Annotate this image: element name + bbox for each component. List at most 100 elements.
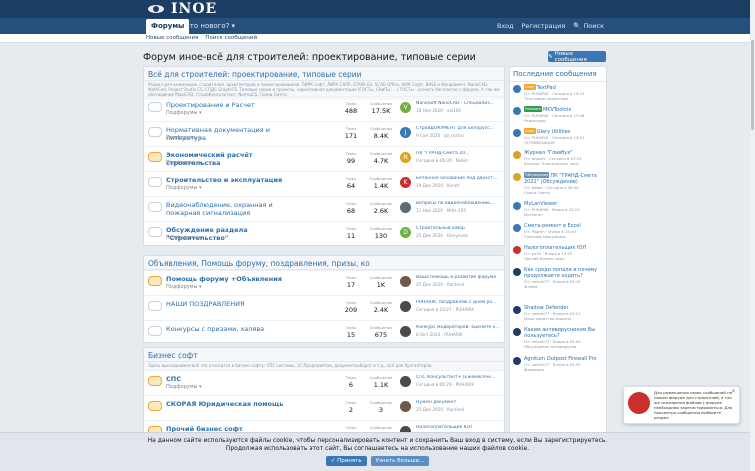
avatar[interactable]: D <box>400 227 411 238</box>
sidebar-post-title[interactable]: Как среди попали и почему продолжаете хо… <box>524 265 606 279</box>
avatar[interactable] <box>513 224 521 232</box>
last-post-title[interactable]: Нужен документ <box>416 400 502 405</box>
avatar[interactable] <box>513 268 521 276</box>
new-posts-link[interactable]: Новые сообщения <box>146 35 198 41</box>
forum-title[interactable]: СПС <box>166 375 296 383</box>
avatar[interactable] <box>513 107 521 115</box>
sidebar-post-category[interactable]: Прочий бизнес софт <box>524 256 606 261</box>
sidebar-post-title[interactable]: Софт TextPad <box>524 82 606 91</box>
sidebar-post-category[interactable]: Гранд Смета <box>524 190 606 195</box>
subforums-dropdown[interactable]: Подфорумы ▾ <box>166 160 202 166</box>
search-link[interactable]: 🔍 Поиск <box>573 22 604 30</box>
scrollbar[interactable] <box>750 0 755 471</box>
sidebar-post[interactable]: Freeware MKVToolnix От: PUHARIK · Сегодня… <box>510 104 606 126</box>
sidebar-post-title[interactable]: Shadow Defender <box>524 303 606 311</box>
search-posts-link[interactable]: Поиск сообщений <box>205 35 257 41</box>
sidebar-post-category[interactable]: Фаерволы <box>524 367 606 372</box>
avatar[interactable] <box>513 129 521 137</box>
last-post-title[interactable]: Налогоплательщик ЮЛ <box>416 425 502 430</box>
register-link[interactable]: Регистрация <box>522 22 566 30</box>
forum-title[interactable]: Строительство и эксплуатация <box>166 176 296 184</box>
last-post-title[interactable]: Бетонное основание под двухст... <box>416 176 502 181</box>
forum-title[interactable]: НАШИ ПОЗДРАВЛЕНИЯ <box>166 300 296 308</box>
sidebar-post[interactable]: Софт TextPad От: PUHARIK · Сегодня в 14:1… <box>510 82 606 104</box>
last-post-title[interactable]: Конкурс модераторов- оцените к... <box>416 325 502 330</box>
subforums-dropdown[interactable]: Подфорумы ▾ <box>166 284 202 290</box>
sidebar-post-title[interactable]: Смета-ремонт в Excel <box>524 221 606 229</box>
scroll-thumb[interactable] <box>751 40 754 130</box>
forum-title[interactable]: Помощь форуму +Объявления <box>166 275 296 283</box>
sidebar-post-title[interactable]: Freeware MKVToolnix <box>524 104 606 113</box>
learn-more-button[interactable]: Узнать больше... <box>370 456 430 466</box>
sidebar-post[interactable]: Смета-ремонт в Excel От: Pilgrim · Вчера… <box>510 221 606 243</box>
subforums-dropdown[interactable]: Подфорумы ▾ <box>166 110 202 116</box>
forum-title[interactable]: Видеонаблюдение, охранная и пожарная сиг… <box>166 201 296 217</box>
avatar[interactable] <box>513 246 521 254</box>
avatar[interactable] <box>400 301 411 312</box>
avatar[interactable]: J <box>400 127 411 138</box>
sidebar-post-category[interactable]: Сметные программы <box>524 234 606 239</box>
avatar[interactable] <box>513 328 521 336</box>
section-title[interactable]: Всё для строителей: проектирование, типо… <box>144 67 504 81</box>
sidebar-post-category[interactable]: Интернет <box>524 212 606 217</box>
avatar[interactable] <box>513 85 521 93</box>
sidebar-post-category[interactable]: Флейм <box>524 284 606 289</box>
sidebar-post-title[interactable]: Agnitum Outpost Firewall Pro <box>524 354 606 362</box>
sidebar-post[interactable]: Софт Glary Utilities От: PUHARIK · Сегодн… <box>510 126 606 148</box>
sidebar-post-category[interactable]: Обсуждение антивирусов <box>524 344 606 349</box>
sidebar-post[interactable]: Agnitum Outpost Firewall Pro От: velenti… <box>510 354 606 383</box>
sidebar-post-category[interactable]: ОПТИМИЗАЦИЯ <box>524 140 606 145</box>
section-title[interactable]: Объявления, Помощь форуму, поздравления,… <box>144 256 504 270</box>
avatar[interactable]: N <box>400 152 411 163</box>
last-post-title[interactable]: Вопросы по видеонаблюдению... <box>416 201 502 206</box>
avatar[interactable] <box>513 173 521 181</box>
accept-cookies-button[interactable]: ✓ Принять <box>325 456 367 466</box>
sidebar-post-title[interactable]: MyLanViewer <box>524 199 606 207</box>
avatar[interactable] <box>400 401 411 412</box>
avatar[interactable]: K <box>400 177 411 188</box>
sidebar-post[interactable]: Обсуждение ПК "ГРАНД-Смета 2021" (Обсужде… <box>510 170 606 199</box>
sidebar-post[interactable]: Налогоплательщик ЮЛ От: pa30 · Вчера в 1… <box>510 243 606 265</box>
avatar[interactable] <box>400 326 411 337</box>
new-posts-button[interactable]: ✎ Новые сообщения <box>548 51 606 63</box>
subforums-dropdown[interactable]: Подфорумы ▾ <box>166 384 202 390</box>
avatar[interactable] <box>513 306 521 314</box>
avatar[interactable] <box>400 276 411 287</box>
last-post-title[interactable]: СтройДОКУМЕНТ для Белорусс... <box>416 126 502 131</box>
last-post-title[interactable]: Строительный юмор <box>416 226 502 231</box>
forum-title[interactable]: Конкурсы с призами, халява <box>166 325 296 333</box>
last-post-title[interactable]: PUHARIK, поздравляю с днем ро... <box>416 300 502 305</box>
sidebar-post-category[interactable]: Текстовые редакторы <box>524 96 606 101</box>
tab-whats-new[interactable]: Что нового? ▾ <box>180 19 240 34</box>
close-icon[interactable]: ✕ <box>731 388 736 395</box>
sidebar-post-title[interactable]: Софт Glary Utilities <box>524 126 606 135</box>
avatar[interactable] <box>400 202 411 213</box>
sidebar-post-category[interactable]: Каталог Электронных книг <box>524 161 606 166</box>
avatar[interactable] <box>513 202 521 210</box>
last-post-title[interactable]: NanoSoft NanoCAD - Специализ... <box>416 101 502 106</box>
subforums-dropdown[interactable]: Подфорумы ▾ <box>166 185 202 191</box>
sidebar-post[interactable]: Журнал "Главбух" От: teloviiv · Сегодня … <box>510 148 606 170</box>
login-link[interactable]: Вход <box>497 22 514 30</box>
avatar[interactable]: V <box>400 102 411 113</box>
last-post-title[interactable]: Ваша помощь в развитие форума <box>416 275 502 280</box>
sidebar-post[interactable]: Каким антивирусником Вы пользуетесь? От:… <box>510 325 606 354</box>
site-logo[interactable]: INOE <box>146 1 217 17</box>
forum-title[interactable]: СКОРАЯ Юридическая помощь <box>166 400 296 408</box>
avatar[interactable] <box>513 357 521 365</box>
subforums-dropdown[interactable]: Подфорумы ▾ <box>166 135 202 141</box>
subforums-dropdown[interactable]: Подфорумы ▾ <box>166 235 202 241</box>
last-post-title[interactable]: ПК "ГРАНД-Смета 20... <box>416 151 502 156</box>
last-post-title[interactable]: СПС Консультант+ (Ежемесячн... <box>416 375 502 380</box>
sidebar-post-category[interactable]: Иные средства защиты <box>524 316 606 321</box>
sidebar-post[interactable]: MyLanViewer От: PUHARIK · Вчера в 18:23 … <box>510 199 606 221</box>
avatar[interactable] <box>513 151 521 159</box>
sidebar-post-title[interactable]: Обсуждение ПК "ГРАНД-Смета 2021" (Обсужде… <box>524 170 606 185</box>
sidebar-post[interactable]: Shadow Defender От: velenti77 · Вчера в … <box>510 303 606 325</box>
sidebar-post-title[interactable]: Журнал "Главбух" <box>524 148 606 156</box>
forum-title[interactable]: Проектирование и Расчет <box>166 101 296 109</box>
sidebar-post-category[interactable]: Редакторы <box>524 118 606 123</box>
sidebar-post-title[interactable]: Налогоплательщик ЮЛ <box>524 243 606 251</box>
avatar[interactable] <box>400 376 411 387</box>
sidebar-post[interactable]: Как среди попали и почему продолжаете хо… <box>510 265 606 303</box>
